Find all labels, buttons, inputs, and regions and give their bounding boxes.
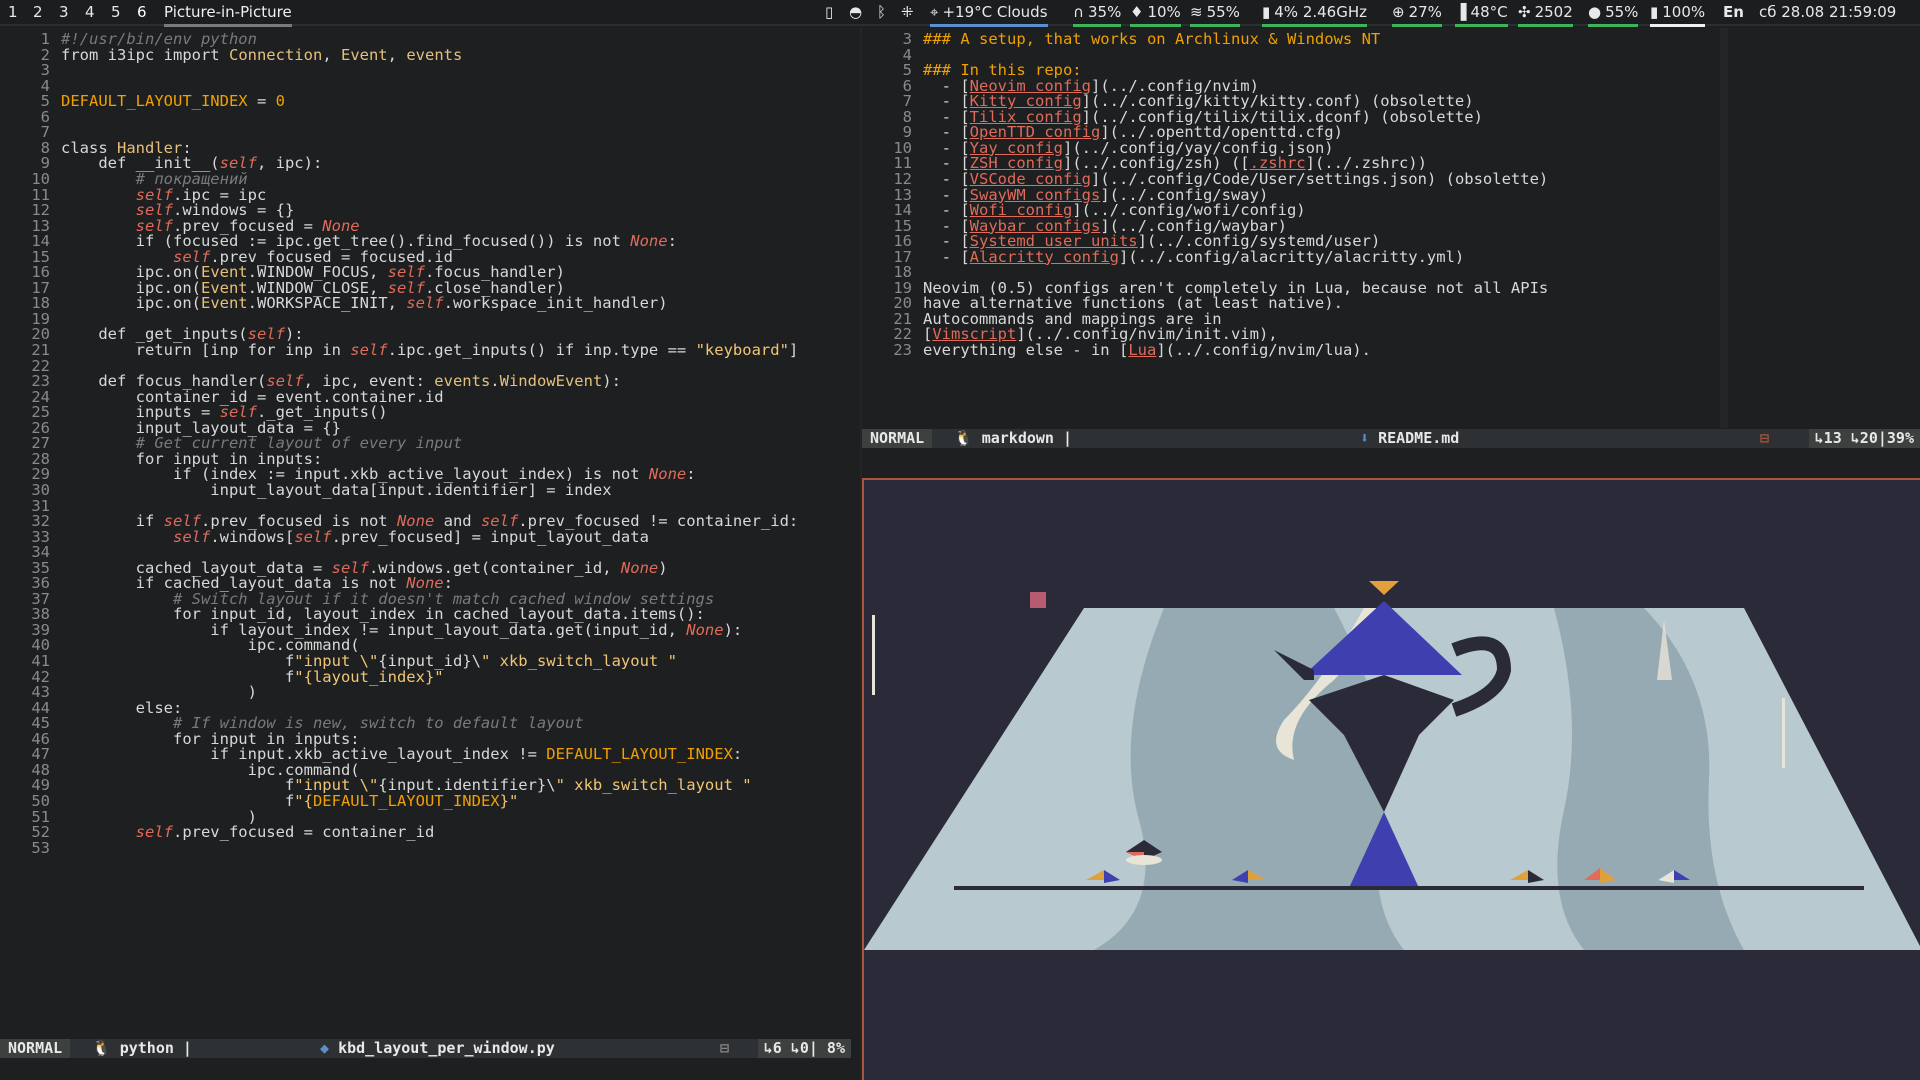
cursor-position: ↳6 ↳0| 8%	[757, 1039, 851, 1058]
code-line[interactable]: self.windows[self.prev_focused] = input_…	[61, 528, 649, 546]
wifi-module[interactable]: ≋ 55%	[1190, 3, 1240, 27]
keyboard-language[interactable]: En	[1723, 3, 1744, 21]
bluetooth-icon[interactable]: ᛒ	[877, 3, 886, 21]
thermometer-icon: ▐	[1455, 3, 1467, 21]
python-file-icon: ◆	[320, 1039, 330, 1057]
memory-icon: ⊕	[1392, 3, 1405, 21]
code-line[interactable]: from i3ipc import Connection, Event, eve…	[61, 46, 462, 64]
filetype-label: markdown |	[981, 429, 1073, 447]
mic-volume: 10%	[1147, 3, 1181, 21]
weather-text: +19°C Clouds	[942, 3, 1048, 21]
filetype-indicator: 🐧 markdown |	[954, 429, 1072, 448]
mode-indicator: NORMAL	[0, 1039, 71, 1058]
memory-usage: 27%	[1408, 3, 1442, 21]
focused-window-title: Picture-in-Picture	[164, 3, 292, 27]
workspace-6[interactable]: 6	[137, 3, 147, 21]
clock[interactable]: сб 28.08 21:59:09	[1759, 3, 1896, 21]
light-streak	[1782, 698, 1785, 768]
battery-icon: ▮	[1650, 3, 1659, 21]
workspace-1[interactable]: 1	[8, 3, 18, 21]
video-frame	[864, 480, 1920, 1080]
fan-module: ✣ 2502	[1518, 3, 1573, 27]
file-name-label: README.md	[1378, 429, 1460, 447]
weather-module: ⌖ +19°C Clouds	[930, 3, 1048, 27]
location-icon: ⌖	[930, 3, 939, 21]
code-line[interactable]: ipc.on(Event.WORKSPACE_INIT, self.worksp…	[61, 294, 668, 312]
battery-level: 100%	[1662, 3, 1706, 21]
temperature-value: 48°C	[1470, 3, 1508, 21]
wifi-strength: 55%	[1206, 3, 1240, 21]
light-streak	[872, 615, 875, 695]
filetype-indicator: 🐧 python |	[92, 1039, 192, 1058]
line-number: 23	[893, 341, 912, 359]
right-statusline: NORMAL 🐧 markdown | ⬇ README.md ⊟ ↳13 ↳2…	[862, 429, 1920, 448]
mic-module[interactable]: ♦ 10%	[1130, 3, 1181, 27]
cpu-icon: ▮	[1262, 3, 1271, 21]
line-number: 53	[31, 838, 50, 857]
workspace-3[interactable]: 3	[59, 3, 69, 21]
cpu-usage: 4% 2.46GHz	[1274, 3, 1368, 21]
battery-module: ▮ 100%	[1650, 3, 1706, 27]
picture-in-picture-window[interactable]	[862, 478, 1920, 1080]
left-editor-pane[interactable]: 1 #!/usr/bin/env python 2 from i3ipc import…	[0, 28, 860, 1080]
scrollbar[interactable]	[1720, 28, 1728, 428]
top-status-bar: 1 2 3 4 5 6 Picture-in-Picture ▯ ◓ ᛒ ⁜ ⌖…	[0, 0, 1920, 27]
workspace-2[interactable]: 2	[33, 3, 43, 21]
brightness-icon: ●	[1588, 3, 1602, 21]
right-editor-pane[interactable]: 3 ### A setup, that works on Archlinux & …	[862, 28, 1920, 452]
fan-icon: ✣	[1518, 3, 1531, 21]
temperature-module: ▐ 48°C	[1455, 3, 1508, 27]
code-line[interactable]: self.prev_focused = container_id	[61, 823, 435, 841]
settings-icon[interactable]: ⁜	[901, 3, 914, 21]
idle-inhibitor-icon[interactable]: ▯	[825, 3, 833, 21]
file-name: ⬇ README.md	[1360, 429, 1459, 448]
code-line[interactable]: ### A setup, that works on Archlinux & W…	[923, 30, 1380, 48]
linux-icon: 🐧	[92, 1039, 111, 1057]
git-branch-icon: ⊟	[1760, 429, 1770, 447]
brightness-value: 55%	[1605, 3, 1639, 21]
linux-icon: 🐧	[954, 429, 973, 447]
headphones-icon: ∩	[1073, 3, 1084, 21]
cpu-module: ▮ 4% 2.46GHz	[1262, 3, 1368, 27]
brightness-module[interactable]: ● 55%	[1588, 3, 1639, 27]
code-line[interactable]: return [inp for inp in self.ipc.get_inpu…	[61, 341, 799, 359]
workspace-4[interactable]: 4	[85, 3, 95, 21]
left-statusline: NORMAL 🐧 python | ◆ kbd_layout_per_windo…	[0, 1039, 851, 1058]
cursor-position: ↳13 ↳20|39%	[1808, 429, 1920, 448]
headphones-module[interactable]: ∩ 35%	[1073, 3, 1122, 27]
file-name-label: kbd_layout_per_window.py	[338, 1039, 555, 1057]
mode-indicator: NORMAL	[862, 429, 933, 448]
code-line[interactable]: input_layout_data[input.identifier] = in…	[61, 481, 611, 499]
mic-icon: ♦	[1130, 3, 1144, 21]
filetype-label: python |	[119, 1039, 192, 1057]
code-line[interactable]: - [Alacritty config](../.config/alacritt…	[923, 248, 1465, 266]
file-name: ◆ kbd_layout_per_window.py	[320, 1039, 555, 1058]
code-line[interactable]: everything else - in [Lua](../.config/nv…	[923, 341, 1371, 359]
wifi-icon: ≋	[1190, 3, 1203, 21]
code-line[interactable]: DEFAULT_LAYOUT_INDEX = 0	[61, 92, 285, 110]
workspace-5[interactable]: 5	[111, 3, 121, 21]
notification-icon[interactable]: ◓	[849, 3, 862, 21]
git-branch-icon: ⊟	[720, 1039, 730, 1057]
fan-speed: 2502	[1534, 3, 1573, 21]
markdown-file-icon: ⬇	[1360, 429, 1370, 447]
memory-module: ⊕ 27%	[1392, 3, 1442, 27]
headphones-volume: 35%	[1087, 3, 1122, 21]
red-square	[1030, 592, 1046, 608]
